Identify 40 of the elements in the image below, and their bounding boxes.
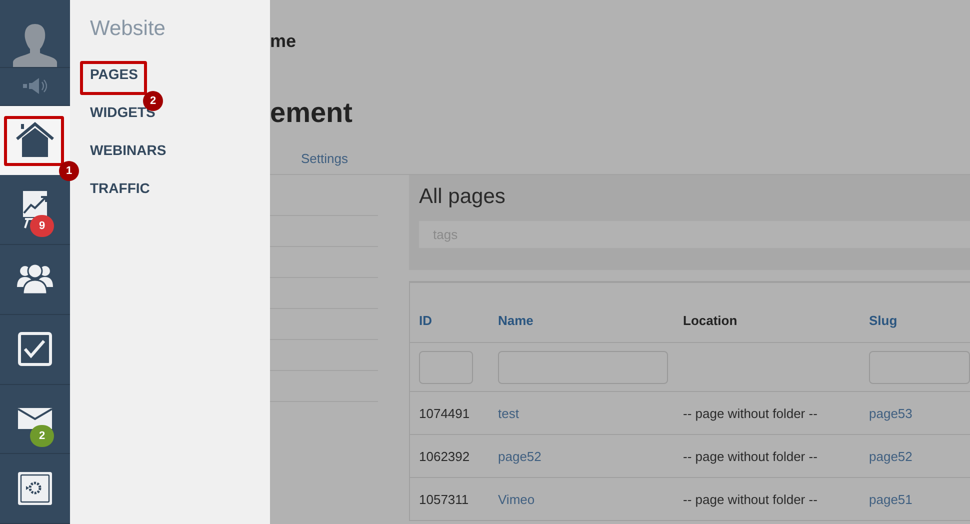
- sortable-column-header[interactable]: ID: [410, 313, 489, 328]
- panel-title: All pages: [419, 185, 506, 210]
- location-cell-text: -- page without folder --: [682, 406, 818, 420]
- submenu-item[interactable]: PAGES: [90, 64, 138, 102]
- id-cell-text: 1074491: [418, 406, 471, 420]
- page-name-link[interactable]: Vimeo: [498, 492, 535, 506]
- filter-field[interactable]: [498, 350, 668, 384]
- highlight-frame: [4, 116, 64, 166]
- page-title: ement: [270, 97, 354, 130]
- sortable-column-header[interactable]: Slug: [860, 313, 970, 328]
- count-badge: 9: [30, 215, 54, 238]
- submenu-item[interactable]: TRAFFIC: [90, 178, 150, 216]
- column-header: Location: [682, 313, 738, 328]
- people-icon: [17, 263, 53, 296]
- safe-icon: [18, 472, 52, 506]
- sortable-column-header[interactable]: Name: [489, 313, 674, 328]
- highlight-frame: [80, 61, 147, 95]
- slug-link[interactable]: page53: [869, 406, 912, 420]
- sidebar-item[interactable]: 9: [0, 175, 70, 246]
- id-cell-text: 1062392: [418, 448, 471, 464]
- sidebar-item[interactable]: 2: [0, 384, 70, 454]
- count-badge: 2: [30, 424, 54, 447]
- filter-field[interactable]: [869, 350, 970, 384]
- filter-field[interactable]: [419, 350, 473, 384]
- avatar-icon: [11, 22, 59, 67]
- submenu-item[interactable]: WEBINARS: [90, 140, 166, 178]
- location-cell-text: -- page without folder --: [682, 492, 818, 506]
- settings-tab[interactable]: Settings: [301, 145, 348, 166]
- slug-link[interactable]: page52: [869, 448, 912, 464]
- submenu-title: Website: [90, 17, 166, 41]
- page-name-link[interactable]: test: [498, 406, 519, 420]
- home-icon: [16, 122, 54, 158]
- page-subtitle: me: [270, 31, 298, 53]
- page-name-link[interactable]: page52: [498, 448, 542, 464]
- envelope-icon: [18, 408, 52, 430]
- location-cell-text: -- page without folder --: [682, 448, 818, 464]
- slug-link[interactable]: page51: [869, 492, 912, 506]
- checkbox-icon: [18, 332, 52, 366]
- id-cell-text: 1057311: [418, 492, 470, 506]
- speaker-icon: [23, 78, 47, 94]
